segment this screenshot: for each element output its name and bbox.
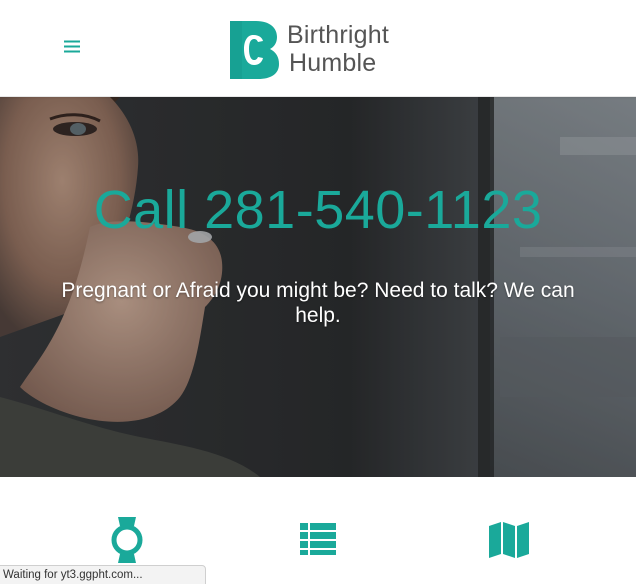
feature-watch[interactable] [109,515,145,565]
feature-list[interactable] [300,523,336,555]
logo-text: Birthright Humble [287,21,389,77]
birthright-b-logo-icon [230,21,279,79]
map-icon [489,522,529,558]
watch-icon [111,517,143,563]
hero-phone-title[interactable]: Call 281-540-1123 [0,180,636,240]
logo-line-2: Humble [289,49,377,77]
feature-map[interactable] [489,521,529,559]
hero-section: Call 281-540-1123 Pregnant or Afraid you… [0,97,636,477]
page: Birthright Humble Call 281-540-1123 Preg… [0,0,636,584]
menu-button[interactable] [56,32,88,62]
site-header: Birthright Humble [0,0,636,97]
hamburger-menu-icon [64,40,80,53]
list-icon [300,523,336,555]
hero-subtitle: Pregnant or Afraid you might be? Need to… [61,279,575,327]
browser-status-bar: Waiting for yt3.ggpht.com... [0,565,206,584]
logo-line-1: Birthright [287,21,390,49]
site-logo[interactable]: Birthright Humble [226,17,389,81]
